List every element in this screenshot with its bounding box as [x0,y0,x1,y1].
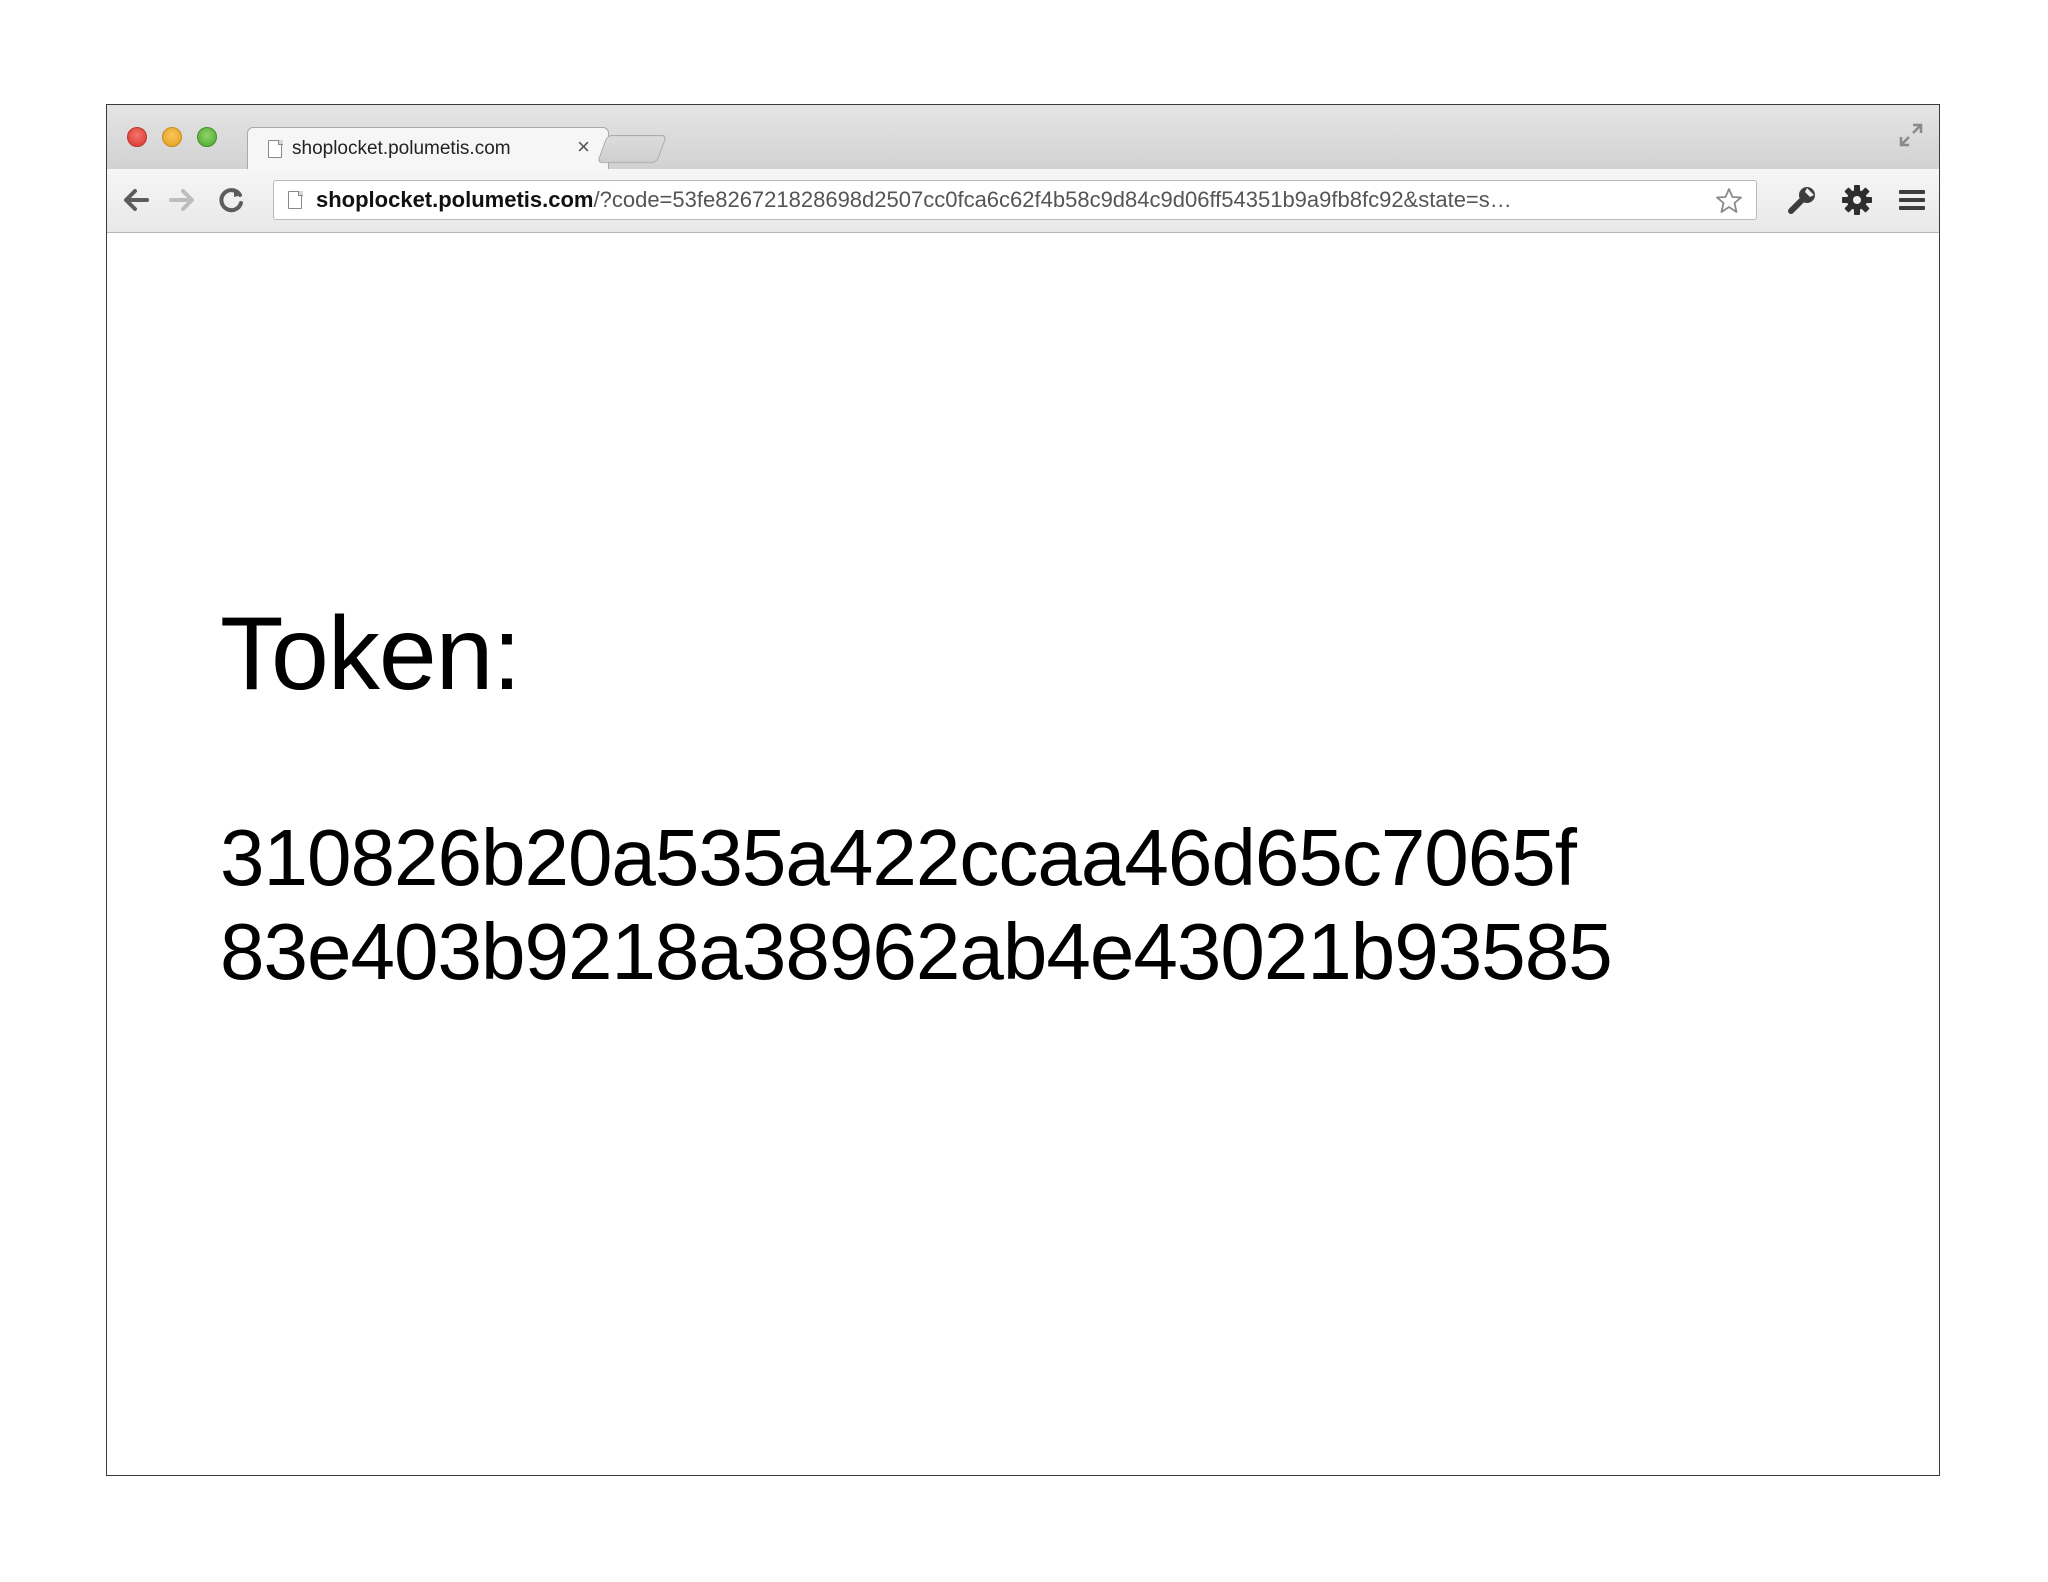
token-line-1: 310826b20a535a422ccaa46d65c7065f [220,813,1577,902]
address-url: shoplocket.polumetis.com/?code=53fe82672… [316,187,1716,213]
arrow-right-icon[interactable] [165,183,199,217]
tab-title: shoplocket.polumetis.com [292,138,511,159]
window-close-button[interactable] [127,127,147,147]
tab-strip: shoplocket.polumetis.com × [107,105,1939,170]
tab-active[interactable]: shoplocket.polumetis.com × [247,127,609,170]
window-maximize-button[interactable] [197,127,217,147]
page-icon [288,190,303,209]
page-content: Token: 310826b20a535a422ccaa46d65c7065f … [107,233,1939,1475]
token-label: Token: [220,596,521,712]
tab-close-button[interactable]: × [577,134,590,159]
star-icon[interactable] [1714,186,1744,216]
menu-icon[interactable] [1895,183,1929,217]
page-icon [268,140,282,158]
arrow-left-icon[interactable] [119,183,153,217]
browser-window: shoplocket.polumetis.com × shoplocket.po… [106,104,1940,1476]
token-line-2: 83e403b9218a38962ab4e43021b93585 [220,907,1613,996]
window-minimize-button[interactable] [162,127,182,147]
reload-icon[interactable] [215,183,249,217]
token-value: 310826b20a535a422ccaa46d65c7065f 83e403b… [220,811,1613,999]
wrench-icon[interactable] [1785,183,1819,217]
new-tab-button[interactable] [596,135,668,163]
url-path: /?code=53fe826721828698d2507cc0fca6c62f4… [593,187,1512,212]
address-bar[interactable]: shoplocket.polumetis.com/?code=53fe82672… [273,180,1757,220]
gear-icon[interactable] [1840,183,1874,217]
url-host: shoplocket.polumetis.com [316,187,594,212]
fullscreen-icon[interactable] [1897,121,1925,149]
slide: shoplocket.polumetis.com × shoplocket.po… [0,0,2048,1582]
toolbar: shoplocket.polumetis.com/?code=53fe82672… [107,169,1939,233]
